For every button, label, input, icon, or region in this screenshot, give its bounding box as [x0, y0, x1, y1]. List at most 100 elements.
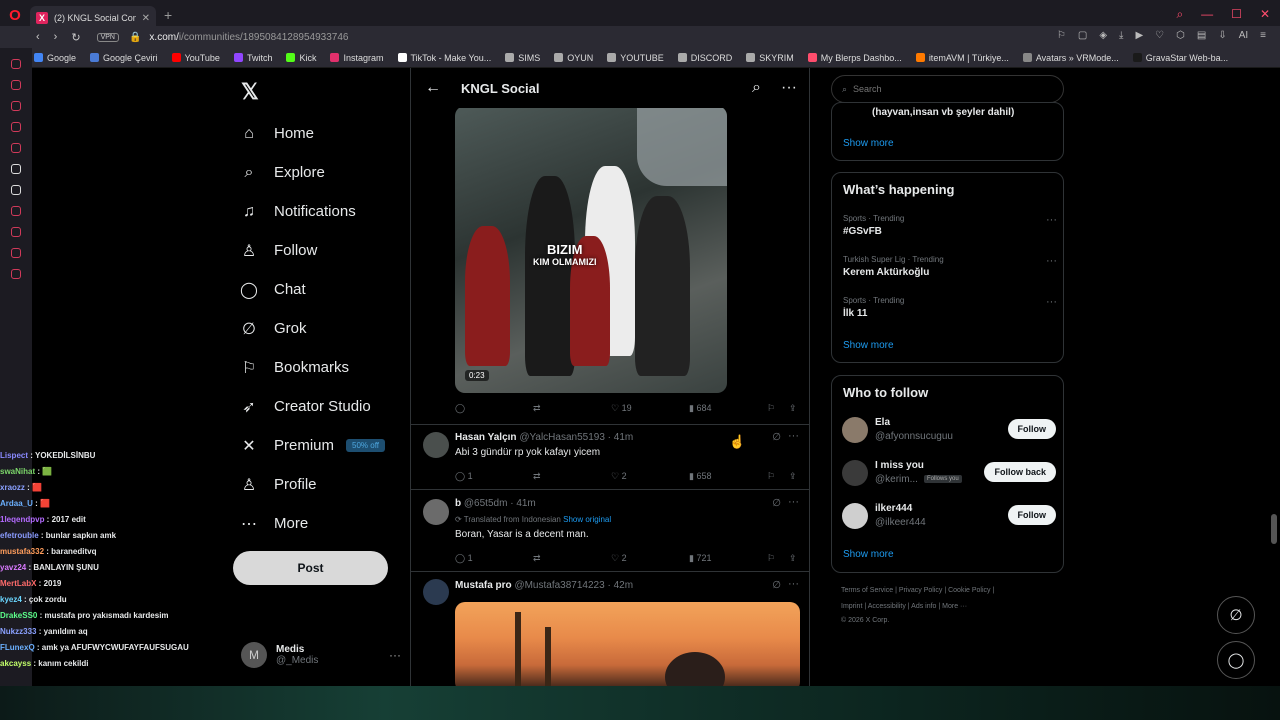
play-icon[interactable]: ▶ [1135, 30, 1143, 41]
bookmark-icon[interactable]: ⚐ [767, 471, 775, 482]
share-icon[interactable]: ⇪ [789, 403, 797, 414]
nav-item-grok[interactable]: ∅ Grok [238, 309, 385, 348]
bookmark-icon[interactable]: ⚐ [767, 553, 775, 564]
tweet-image[interactable] [455, 602, 800, 686]
trend-item[interactable]: Turkish Super Lig · Trending Kerem Aktür… [843, 255, 1057, 278]
sidebar-app-icon[interactable] [11, 80, 21, 90]
heart-icon[interactable]: ♡ [1155, 30, 1164, 41]
nav-item-home[interactable]: ⌂ Home [238, 114, 385, 153]
bookmark-item[interactable]: Google Çeviri [90, 52, 158, 63]
x-logo-icon[interactable]: 𝕏 [241, 79, 259, 105]
snapshot-icon[interactable]: ▢ [1078, 30, 1087, 41]
author-handle[interactable]: @Mustafa38714223 [514, 580, 604, 591]
bookmark-item[interactable]: Twitch [233, 52, 272, 63]
menu-icon[interactable]: ≡ [1260, 30, 1266, 41]
sidebar-app-icon[interactable] [11, 248, 21, 258]
more-icon[interactable]: ··· [1046, 296, 1057, 308]
extensions-icon[interactable]: ⬡ [1176, 30, 1185, 41]
nav-item-bookmarks[interactable]: ⚐ Bookmarks [238, 348, 385, 387]
author-name[interactable]: b [455, 498, 461, 509]
bookmark-item[interactable]: Google [34, 52, 76, 63]
downloads-icon[interactable]: ⇩ [1218, 30, 1226, 41]
history-icon[interactable] [11, 227, 21, 237]
search-input[interactable] [853, 84, 1044, 94]
grok-fab-icon[interactable]: ∅ [1217, 596, 1255, 634]
new-tab-icon[interactable]: + [164, 7, 172, 23]
sidebar-app-icon[interactable] [11, 206, 21, 216]
repost-icon[interactable]: ⇄ [533, 471, 541, 482]
nav-item-explore[interactable]: ⌕ Explore [238, 153, 385, 192]
nav-item-notifications[interactable]: ♫ Notifications [238, 192, 385, 231]
video-player[interactable]: BIZIM KIM OLMAMIZI 0:23 [455, 106, 727, 393]
bookmark-item[interactable]: Instagram [330, 52, 384, 63]
vpn-badge[interactable]: VPN [96, 32, 119, 42]
scrollbar-thumb[interactable] [1271, 514, 1277, 544]
repost-icon[interactable]: ⇄ [533, 403, 541, 414]
avatar[interactable] [842, 503, 868, 529]
back-icon[interactable]: ‹ [36, 31, 40, 44]
trend-item[interactable]: Sports · Trending İlk 11 ··· [843, 296, 1057, 319]
sidebar-app-icon[interactable] [11, 122, 21, 132]
trend-item[interactable]: Sports · Trending #GSvFB ··· [843, 214, 1057, 237]
download-icon[interactable]: ⤓ [1119, 30, 1123, 41]
avatar[interactable] [423, 432, 449, 458]
more-icon[interactable]: ··· [389, 648, 401, 662]
follow-button[interactable]: Follow [1007, 505, 1056, 525]
bookmark-item[interactable]: GravaStar Web-ba... [1132, 52, 1228, 63]
like-button[interactable]: ♡ 2 [611, 471, 627, 482]
footer-links[interactable]: Terms of Service | Privacy Policy | Cook… [841, 587, 994, 594]
page-scrollbar[interactable] [1268, 68, 1280, 686]
show-more-link[interactable]: Show more [843, 340, 894, 351]
tweet-time[interactable]: 42m [614, 580, 633, 591]
follow-suggestion[interactable]: ilker444 @ilkeer444 Follow [842, 503, 1056, 533]
repost-icon[interactable]: ⇄ [533, 553, 541, 564]
chatgpt-icon[interactable] [11, 164, 21, 174]
bookmark-item[interactable]: Kick [286, 52, 316, 63]
account-switcher[interactable]: M Medis @_Medis ··· [241, 642, 401, 668]
like-button[interactable]: ♡ 2 [611, 553, 627, 564]
show-original-link[interactable]: Show original [563, 515, 611, 524]
more-icon[interactable]: ··· [1046, 214, 1057, 226]
close-window-icon[interactable]: ✕ [1260, 7, 1270, 22]
share-icon[interactable]: ⇪ [789, 471, 797, 482]
maximize-icon[interactable]: ☐ [1231, 7, 1242, 22]
show-more-link[interactable]: Show more [843, 549, 894, 560]
footer-links[interactable]: Imprint | Accessibility | Ads info | Mor… [841, 603, 967, 610]
reply-button[interactable]: ◯ 1 [455, 471, 473, 482]
back-arrow-icon[interactable]: ← [425, 79, 441, 97]
chat-fab-icon[interactable]: ◯ [1217, 641, 1255, 679]
avatar[interactable] [842, 460, 868, 486]
bookmark-item[interactable]: YouTube [171, 52, 220, 63]
bookmark-page-icon[interactable]: ⚐ [1057, 30, 1066, 41]
nav-item-profile[interactable]: ♙ Profile [238, 465, 385, 504]
more-icon[interactable]: ··· [788, 496, 799, 508]
follow-button[interactable]: Follow [1007, 419, 1056, 439]
grok-icon[interactable]: ∅ [772, 432, 781, 443]
post-button[interactable]: Post [233, 551, 388, 585]
more-icon[interactable]: ··· [788, 578, 799, 590]
reply-icon[interactable]: ◯ [455, 403, 465, 414]
views-button[interactable]: ▮ 684 [689, 403, 711, 414]
author-name[interactable]: Mustafa pro [455, 580, 512, 591]
avatar[interactable] [842, 417, 868, 443]
bookmark-item[interactable]: My Blerps Dashbo... [807, 52, 902, 63]
bookmark-item[interactable]: SKYRIM [746, 52, 794, 63]
sidebar-app-icon[interactable] [11, 143, 21, 153]
grok-icon[interactable]: ∅ [772, 498, 781, 509]
tweet-time[interactable]: 41m [614, 432, 633, 443]
grok-icon[interactable]: ∅ [772, 580, 781, 591]
settings-icon[interactable] [11, 269, 21, 279]
tweet[interactable]: b @65t5dm · 41m ∅ ··· ⟳ Translated from … [411, 489, 809, 571]
search-box[interactable]: ⌕ [831, 75, 1064, 103]
bookmark-item[interactable]: itemAVM | Türkiye... [915, 52, 1009, 63]
tweet-time[interactable]: 41m [516, 498, 535, 509]
nav-item-creator-studio[interactable]: ➶ Creator Studio [238, 387, 385, 426]
views-button[interactable]: ▮ 658 [689, 471, 711, 482]
minimize-icon[interactable]: — [1201, 7, 1213, 22]
author-handle[interactable]: @YalcHasan55193 [519, 432, 605, 443]
nav-item-follow[interactable]: ♙ Follow [238, 231, 385, 270]
bookmark-item[interactable]: TikTok - Make You... [397, 52, 491, 63]
author-handle[interactable]: @65t5dm [464, 498, 508, 509]
lock-icon[interactable]: 🔒 [129, 32, 141, 43]
avatar[interactable] [423, 579, 449, 605]
